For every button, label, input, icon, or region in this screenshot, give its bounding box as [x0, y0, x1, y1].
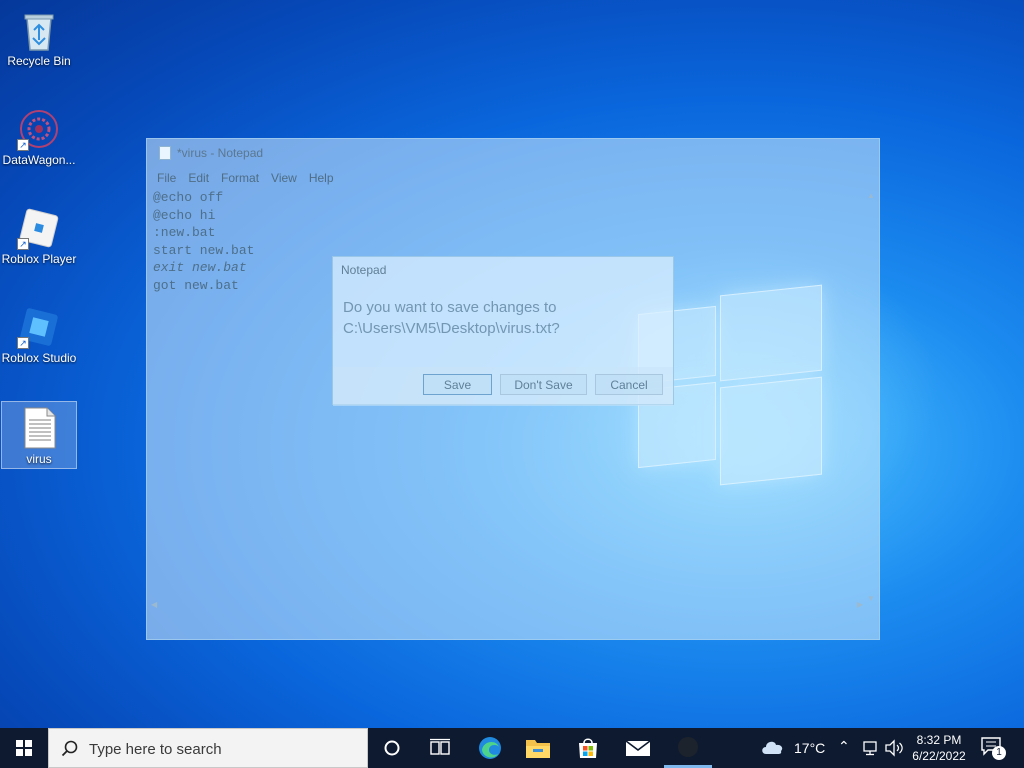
text-line: @echo hi: [153, 207, 216, 223]
desktop-icon-label: DataWagon...: [2, 153, 76, 167]
store-icon: [579, 738, 597, 758]
save-button[interactable]: Save: [423, 374, 492, 395]
status-bar: [147, 613, 879, 639]
dialog-message-line: Do you want to save changes to: [343, 299, 557, 316]
show-hidden-icons-chevron-up-icon[interactable]: ⌃: [838, 738, 850, 755]
scroll-down-icon[interactable]: ▼: [867, 594, 875, 603]
shortcut-arrow-icon: ↗: [17, 238, 29, 250]
desktop-icon-label: virus: [26, 452, 52, 466]
desktop-icon-datawagon[interactable]: ↗ DataWagon...: [1, 103, 77, 171]
desktop-icon-roblox-player[interactable]: ↗ Roblox Player: [1, 202, 77, 270]
action-center-button[interactable]: 1: [980, 736, 1006, 760]
dont-save-button[interactable]: Don't Save: [500, 374, 587, 395]
window-title: *virus - Notepad: [177, 146, 264, 160]
menu-format[interactable]: Format: [215, 171, 265, 185]
clock-time: 8:32 PM: [916, 733, 962, 747]
edge-icon: [479, 737, 501, 759]
running-app-button[interactable]: [664, 728, 712, 768]
roblox-studio-icon: ↗: [17, 305, 61, 349]
search-box[interactable]: Type here to search: [48, 728, 368, 768]
vertical-scrollbar[interactable]: ▲ ▼: [863, 189, 879, 605]
notification-badge: 1: [992, 746, 1006, 760]
menu-help[interactable]: Help: [303, 171, 340, 185]
cortana-icon: [384, 740, 400, 756]
clock-date: 6/22/2022: [912, 749, 966, 763]
edge-button[interactable]: [466, 728, 514, 768]
mail-icon: [625, 740, 651, 756]
dialog-message-path: C:\Users\VM5\Desktop\virus.txt?: [343, 320, 560, 337]
taskbar: Type here to search 17°C ⌃ 8:32 PM 6/22/…: [0, 728, 1024, 768]
cancel-button[interactable]: Cancel: [595, 374, 663, 395]
desktop-icon-label: Roblox Studio: [1, 351, 77, 365]
menu-file[interactable]: File: [151, 171, 182, 185]
menu-view[interactable]: View: [265, 171, 303, 185]
task-view-icon: [430, 738, 450, 755]
clock[interactable]: 8:32 PM 6/22/2022: [904, 732, 974, 764]
desktop-icon-roblox-studio[interactable]: ↗ Roblox Studio: [1, 301, 77, 369]
windows-start-icon: [16, 740, 32, 756]
text-line: :new.bat: [153, 225, 216, 240]
network-icon[interactable]: [862, 740, 880, 756]
mail-button[interactable]: [614, 728, 662, 768]
recycle-bin-icon: [17, 8, 61, 52]
scroll-right-icon[interactable]: ▶: [857, 600, 863, 609]
dialog-message: Do you want to save changes to C:\Users\…: [343, 297, 560, 339]
notepad-icon: [159, 146, 171, 160]
search-icon: [61, 740, 78, 757]
store-button[interactable]: [564, 728, 612, 768]
horizontal-scrollbar[interactable]: ◀ ▶: [149, 597, 865, 613]
desktop-icon-label: Roblox Player: [1, 252, 77, 266]
roblox-player-icon: ↗: [17, 206, 61, 250]
task-view-button[interactable]: [416, 728, 464, 768]
shortcut-arrow-icon: ↗: [17, 337, 29, 349]
file-explorer-icon: [526, 740, 550, 758]
desktop-icon-virus[interactable]: virus: [1, 401, 77, 469]
app-icon: [678, 736, 698, 757]
datawagon-icon: ↗: [17, 107, 61, 151]
desktop-icon-label: Recycle Bin: [7, 54, 71, 68]
volume-icon[interactable]: [884, 739, 904, 757]
scroll-left-icon[interactable]: ◀: [151, 600, 157, 609]
desktop-icon-recycle-bin[interactable]: Recycle Bin: [1, 4, 77, 72]
cloud-icon: [762, 741, 783, 754]
text-line: @echo off: [153, 190, 224, 205]
notepad-titlebar[interactable]: *virus - Notepad: [147, 139, 879, 167]
dialog-button-row: Save Don't Save Cancel: [333, 367, 673, 406]
weather-widget[interactable]: [760, 736, 786, 763]
menu-edit[interactable]: Edit: [182, 171, 215, 185]
save-changes-dialog[interactable]: Notepad Do you want to save changes to C…: [332, 256, 674, 406]
scroll-up-icon[interactable]: ▲: [867, 191, 875, 200]
file-explorer-button[interactable]: [514, 728, 562, 768]
menu-bar: File Edit Format View Help: [147, 167, 879, 189]
shortcut-arrow-icon: ↗: [17, 139, 29, 151]
cortana-button[interactable]: [368, 728, 416, 768]
text-file-icon: [17, 406, 61, 450]
weather-temp: 17°C: [794, 740, 826, 756]
start-button[interactable]: [0, 728, 48, 768]
search-placeholder: Type here to search: [89, 741, 222, 758]
dialog-title: Notepad: [341, 263, 387, 277]
